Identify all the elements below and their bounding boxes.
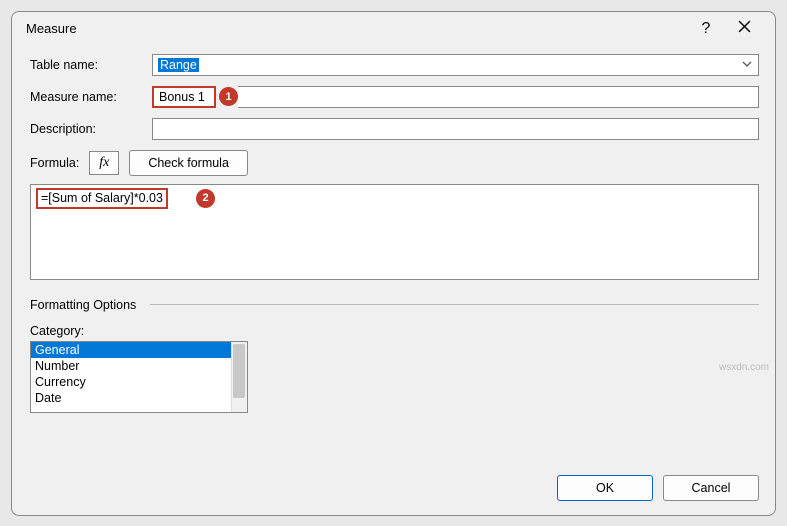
measure-name-input[interactable]	[152, 86, 216, 108]
help-icon[interactable]: ?	[687, 20, 725, 38]
fx-icon: fx	[99, 155, 109, 171]
formula-row: Formula: fx Check formula	[30, 150, 759, 176]
ok-button[interactable]: OK	[557, 475, 653, 501]
dialog-content: Table name: Range Measure name: 1 Descri…	[12, 48, 775, 465]
formula-label: Formula:	[30, 156, 79, 170]
check-formula-button[interactable]: Check formula	[129, 150, 248, 176]
formula-text: =[Sum of Salary]*0.03	[36, 188, 168, 209]
description-input[interactable]	[152, 118, 759, 140]
table-name-row: Table name: Range	[30, 54, 759, 76]
formula-input[interactable]: =[Sum of Salary]*0.03 2	[30, 184, 759, 280]
category-label: Category:	[30, 324, 759, 338]
dialog-title: Measure	[26, 21, 687, 36]
cancel-button[interactable]: Cancel	[663, 475, 759, 501]
callout-2: 2	[196, 189, 215, 208]
callout-1: 1	[219, 87, 238, 106]
titlebar: Measure ?	[12, 12, 775, 48]
list-item[interactable]: Date	[31, 390, 247, 406]
formatting-header: Formatting Options	[30, 298, 759, 312]
formatting-title: Formatting Options	[30, 298, 136, 312]
description-label: Description:	[30, 122, 152, 136]
divider	[150, 304, 759, 305]
table-name-value: Range	[158, 58, 199, 72]
list-item[interactable]: Number	[31, 358, 247, 374]
dialog-footer: OK Cancel	[12, 465, 775, 515]
measure-name-row: Measure name: 1	[30, 86, 759, 108]
fx-button[interactable]: fx	[89, 151, 119, 175]
close-icon[interactable]	[725, 20, 763, 38]
measure-name-label: Measure name:	[30, 90, 152, 104]
watermark: wsxdn.com	[719, 362, 769, 373]
list-item[interactable]: General	[31, 342, 247, 358]
chevron-down-icon	[742, 59, 752, 69]
list-item[interactable]: Currency	[31, 374, 247, 390]
description-row: Description:	[30, 118, 759, 140]
table-name-label: Table name:	[30, 58, 152, 72]
category-listbox[interactable]: General Number Currency Date	[30, 341, 248, 413]
table-name-select[interactable]: Range	[152, 54, 759, 76]
scroll-thumb[interactable]	[233, 344, 245, 398]
measure-name-input-tail[interactable]	[238, 86, 759, 108]
measure-dialog: Measure ? Table name: Range Measure name…	[11, 11, 776, 516]
scrollbar[interactable]	[231, 342, 247, 412]
